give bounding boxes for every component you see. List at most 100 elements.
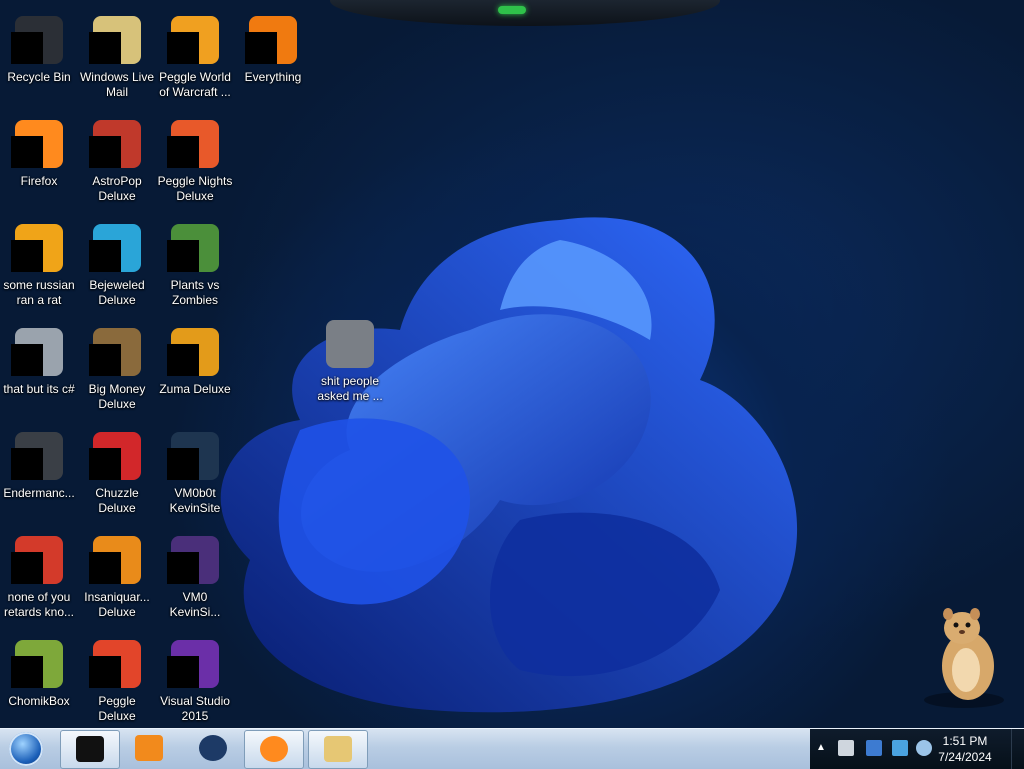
desktop-icon[interactable]: Recycle Bin [0, 8, 78, 85]
redaction-box [167, 32, 199, 64]
astropop-icon [89, 120, 141, 168]
desktop-icon[interactable]: Windows Live Mail [78, 8, 156, 100]
task-cmd-button[interactable] [60, 730, 120, 769]
chomikbox-icon [11, 640, 63, 688]
vm-purple-icon [167, 536, 219, 584]
mail-icon [89, 16, 141, 64]
desktop-icon[interactable]: Insaniquar... Deluxe [78, 528, 156, 620]
task-globe-button[interactable] [184, 730, 242, 767]
desktop-icon[interactable]: ChomikBox [0, 632, 78, 709]
icon-shape [326, 320, 374, 368]
desktop[interactable]: Recycle Bin Windows Live Mail Peggle World… [0, 0, 1024, 728]
desktop-icon[interactable]: VM0b0t KevinSite [156, 424, 234, 516]
desktop-icon[interactable]: some russian ran a rat [0, 216, 78, 308]
desktop-icon-label: VM0b0t KevinSite [169, 486, 221, 515]
folder-icon [326, 320, 374, 368]
redaction-box [167, 448, 199, 480]
desktop-icon[interactable]: Everything [234, 8, 312, 85]
task-media-button[interactable] [120, 730, 178, 767]
desktop-icon[interactable]: Peggle World of Warcraft ... [156, 8, 234, 100]
redaction-box [11, 552, 43, 584]
redaction-box [89, 448, 121, 480]
vm-display-icon [167, 432, 219, 480]
desktop-icon[interactable]: Firefox [0, 112, 78, 189]
desktop-icon[interactable]: shit people asked me ... [311, 312, 389, 404]
task-firefox-button[interactable] [244, 730, 304, 769]
desktop-icon-label: shit people asked me ... [317, 374, 383, 403]
windows-logo-icon [9, 732, 43, 766]
usb-icon[interactable] [838, 740, 854, 756]
desktop-icon-label: Peggle World of Warcraft ... [159, 70, 231, 99]
globe-icon [199, 735, 227, 761]
redaction-box [89, 136, 121, 168]
desktop-icon[interactable]: that but its c# [0, 320, 78, 397]
firefox-icon [11, 120, 63, 168]
desktop-icon-label: Plants vs Zombies [170, 278, 220, 307]
redaction-box [11, 448, 43, 480]
redaction-box [167, 552, 199, 584]
clock[interactable]: 1:51 PM 7/24/2024 [930, 733, 1000, 765]
desktop-icon[interactable]: Peggle Nights Deluxe [156, 112, 234, 204]
display-icon[interactable] [892, 740, 908, 756]
redaction-box [89, 552, 121, 584]
zuma-icon [167, 328, 219, 376]
desktop-icon-label: some russian ran a rat [3, 278, 75, 307]
show-desktop-button[interactable] [1011, 729, 1024, 769]
redaction-box [167, 136, 199, 168]
desktop-icon-label: Insaniquar... Deluxe [84, 590, 150, 619]
network-icon[interactable] [866, 740, 882, 756]
system-tray: ▲ 1:51 PM 7/24/2024 [810, 729, 1024, 769]
redaction-box [89, 656, 121, 688]
firefox-icon [260, 736, 288, 762]
terminal-icon [76, 736, 104, 762]
desktop-icon-label: Peggle Deluxe [98, 694, 136, 723]
desktop-icon-label: none of you retards kno... [3, 590, 75, 619]
bejeweled-icon [89, 224, 141, 272]
desktop-icon-label: Endermanc... [3, 486, 75, 500]
show-hidden-icons-chevron-icon[interactable]: ▲ [816, 742, 826, 753]
clock-date: 7/24/2024 [938, 750, 992, 764]
desktop-icon[interactable]: Endermanc... [0, 424, 78, 501]
folder-icon [324, 736, 352, 762]
desktop-icon[interactable]: Bejeweled Deluxe [78, 216, 156, 308]
money-bag-icon [89, 328, 141, 376]
status-led [498, 6, 526, 14]
desktop-icon[interactable]: Chuzzle Deluxe [78, 424, 156, 516]
desktop-icon[interactable]: AstroPop Deluxe [78, 112, 156, 204]
visual-studio-icon [167, 640, 219, 688]
redaction-box [11, 240, 43, 272]
archive-icon [11, 224, 63, 272]
redaction-box [245, 32, 277, 64]
desktop-icon[interactable]: Zuma Deluxe [156, 320, 234, 397]
media-player-icon [135, 735, 163, 761]
desktop-icon[interactable]: none of you retards kno... [0, 528, 78, 620]
peggle-nights-icon [167, 120, 219, 168]
desktop-icon[interactable]: Visual Studio 2015 [156, 632, 234, 724]
desktop-icon-label: ChomikBox [8, 694, 70, 708]
redaction-box [89, 240, 121, 272]
start-button[interactable] [4, 730, 48, 768]
desktop-icon[interactable]: Big Money Deluxe [78, 320, 156, 412]
desktop-icon[interactable]: VM0 KevinSi... [156, 528, 234, 620]
desktop-icon-label: Firefox [20, 174, 58, 188]
red-circle-icon [11, 536, 63, 584]
redaction-box [167, 656, 199, 688]
desktop-icon[interactable]: Peggle Deluxe [78, 632, 156, 724]
peggle-wow-icon [167, 16, 219, 64]
search-magnifier-icon [245, 16, 297, 64]
desktop-icon-label: Peggle Nights Deluxe [157, 174, 233, 203]
console-window-icon [11, 432, 63, 480]
desktop-icon-label: Everything [244, 70, 302, 84]
redaction-box [11, 136, 43, 168]
fish-icon [89, 536, 141, 584]
clock-time: 1:51 PM [942, 734, 988, 748]
desktop-icon[interactable]: Plants vs Zombies [156, 216, 234, 308]
desktop-icon-label: Big Money Deluxe [88, 382, 146, 411]
task-explorer-button[interactable] [308, 730, 368, 769]
redaction-box [11, 656, 43, 688]
stacked-windows-icon [11, 328, 63, 376]
recycle-bin-icon [11, 16, 63, 64]
desktop-icon-label: Visual Studio 2015 [160, 694, 230, 723]
desktop-icon-label: Recycle Bin [7, 70, 71, 84]
desktop-icon-label: Zuma Deluxe [159, 382, 231, 396]
